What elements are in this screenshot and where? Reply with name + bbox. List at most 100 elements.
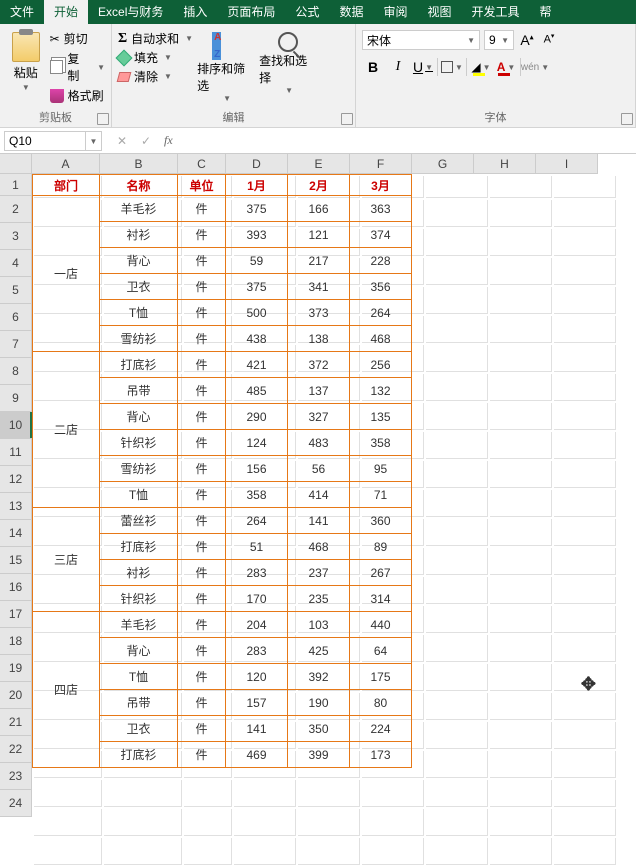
menu-tab-9[interactable]: 开发工具 xyxy=(461,0,529,24)
row-header[interactable]: 8 xyxy=(0,358,32,385)
data-cell[interactable]: 290 xyxy=(226,404,288,430)
row-header[interactable]: 13 xyxy=(0,493,32,520)
data-cell[interactable]: 件 xyxy=(178,664,226,690)
data-cell[interactable]: T恤 xyxy=(100,300,178,326)
row-header[interactable]: 15 xyxy=(0,547,32,574)
italic-button[interactable]: I xyxy=(387,56,409,78)
data-cell[interactable]: 267 xyxy=(350,560,412,586)
data-cell[interactable]: 175 xyxy=(350,664,412,690)
data-cell[interactable]: 件 xyxy=(178,534,226,560)
data-cell[interactable]: 89 xyxy=(350,534,412,560)
data-cell[interactable]: 440 xyxy=(350,612,412,638)
column-header[interactable]: F xyxy=(350,154,412,174)
data-cell[interactable]: 256 xyxy=(350,352,412,378)
chevron-down-icon[interactable]: ▼ xyxy=(22,83,30,92)
data-cell[interactable]: 卫衣 xyxy=(100,274,178,300)
data-cell[interactable]: 件 xyxy=(178,586,226,612)
data-cell[interactable]: 228 xyxy=(350,248,412,274)
data-cell[interactable]: 204 xyxy=(226,612,288,638)
row-header[interactable]: 14 xyxy=(0,520,32,547)
data-cell[interactable]: 打底衫 xyxy=(100,534,178,560)
column-header[interactable]: E xyxy=(288,154,350,174)
data-cell[interactable]: 件 xyxy=(178,716,226,742)
column-header[interactable]: B xyxy=(100,154,178,174)
table-header[interactable]: 名称 xyxy=(100,175,178,196)
data-cell[interactable]: 485 xyxy=(226,378,288,404)
data-cell[interactable]: 95 xyxy=(350,456,412,482)
table-row[interactable]: 四店羊毛衫件204103440 xyxy=(33,612,412,638)
cancel-formula-button[interactable]: ✕ xyxy=(110,134,134,148)
data-cell[interactable]: 打底衫 xyxy=(100,352,178,378)
chevron-down-icon[interactable]: ▼ xyxy=(97,63,105,72)
cut-button[interactable]: ✂ 剪切 xyxy=(50,30,105,47)
data-cell[interactable]: 283 xyxy=(226,638,288,664)
data-cell[interactable]: 件 xyxy=(178,352,226,378)
data-cell[interactable]: 件 xyxy=(178,638,226,664)
increase-font-button[interactable]: A▴ xyxy=(518,31,536,49)
data-cell[interactable]: 背心 xyxy=(100,638,178,664)
dept-cell[interactable]: 四店 xyxy=(33,612,100,768)
data-cell[interactable]: 103 xyxy=(288,612,350,638)
menu-tab-3[interactable]: 插入 xyxy=(173,0,217,24)
data-cell[interactable]: 雪纺衫 xyxy=(100,456,178,482)
row-header[interactable]: 7 xyxy=(0,331,32,358)
name-box[interactable]: Q10 xyxy=(4,131,86,151)
formula-input[interactable] xyxy=(179,131,636,151)
data-cell[interactable]: 针织衫 xyxy=(100,430,178,456)
underline-button[interactable]: U▼ xyxy=(412,56,434,78)
data-cell[interactable]: 羊毛衫 xyxy=(100,196,178,222)
column-header[interactable]: G xyxy=(412,154,474,174)
data-cell[interactable]: 360 xyxy=(350,508,412,534)
cells-area[interactable]: 部门名称单位1月2月3月一店羊毛衫件375166363衬衫件393121374背… xyxy=(32,174,636,817)
data-cell[interactable]: 件 xyxy=(178,508,226,534)
data-cell[interactable]: 蕾丝衫 xyxy=(100,508,178,534)
border-button[interactable]: ▼ xyxy=(441,56,463,78)
data-cell[interactable]: 件 xyxy=(178,378,226,404)
data-cell[interactable]: 156 xyxy=(226,456,288,482)
data-cell[interactable]: 件 xyxy=(178,430,226,456)
menu-tab-4[interactable]: 页面布局 xyxy=(217,0,285,24)
data-cell[interactable]: 120 xyxy=(226,664,288,690)
chevron-down-icon[interactable]: ▼ xyxy=(467,36,475,45)
data-cell[interactable]: 399 xyxy=(288,742,350,768)
data-cell[interactable]: 132 xyxy=(350,378,412,404)
row-header[interactable]: 20 xyxy=(0,682,32,709)
row-header[interactable]: 9 xyxy=(0,385,32,412)
data-cell[interactable]: 393 xyxy=(226,222,288,248)
table-header[interactable]: 3月 xyxy=(350,175,412,196)
data-cell[interactable]: 雪纺衫 xyxy=(100,326,178,352)
data-cell[interactable]: 吊带 xyxy=(100,378,178,404)
data-cell[interactable]: 56 xyxy=(288,456,350,482)
data-cell[interactable]: 469 xyxy=(226,742,288,768)
data-cell[interactable]: 件 xyxy=(178,274,226,300)
font-size-select[interactable]: 9 ▼ xyxy=(484,30,514,50)
phonetic-button[interactable]: wén▼ xyxy=(524,56,546,78)
data-cell[interactable]: 375 xyxy=(226,196,288,222)
dept-cell[interactable]: 三店 xyxy=(33,508,100,612)
fx-icon[interactable]: fx xyxy=(158,133,179,148)
data-cell[interactable]: 190 xyxy=(288,690,350,716)
data-cell[interactable]: 件 xyxy=(178,612,226,638)
data-cell[interactable]: 375 xyxy=(226,274,288,300)
data-cell[interactable]: 438 xyxy=(226,326,288,352)
font-name-select[interactable]: 宋体 ▼ xyxy=(362,30,480,50)
row-header[interactable]: 24 xyxy=(0,790,32,817)
row-header[interactable]: 22 xyxy=(0,736,32,763)
data-cell[interactable]: 237 xyxy=(288,560,350,586)
data-cell[interactable]: 224 xyxy=(350,716,412,742)
row-header[interactable]: 11 xyxy=(0,439,32,466)
data-cell[interactable]: 350 xyxy=(288,716,350,742)
data-cell[interactable]: 121 xyxy=(288,222,350,248)
row-header[interactable]: 1 xyxy=(0,174,32,196)
data-cell[interactable]: 264 xyxy=(350,300,412,326)
data-cell[interactable]: 157 xyxy=(226,690,288,716)
data-cell[interactable]: 件 xyxy=(178,456,226,482)
chevron-down-icon[interactable]: ▼ xyxy=(501,36,509,45)
menu-tab-1[interactable]: 开始 xyxy=(44,0,88,24)
column-header[interactable]: D xyxy=(226,154,288,174)
menu-tab-6[interactable]: 数据 xyxy=(329,0,373,24)
data-cell[interactable]: 件 xyxy=(178,482,226,508)
data-cell[interactable]: 235 xyxy=(288,586,350,612)
table-header[interactable]: 1月 xyxy=(226,175,288,196)
data-cell[interactable]: 170 xyxy=(226,586,288,612)
